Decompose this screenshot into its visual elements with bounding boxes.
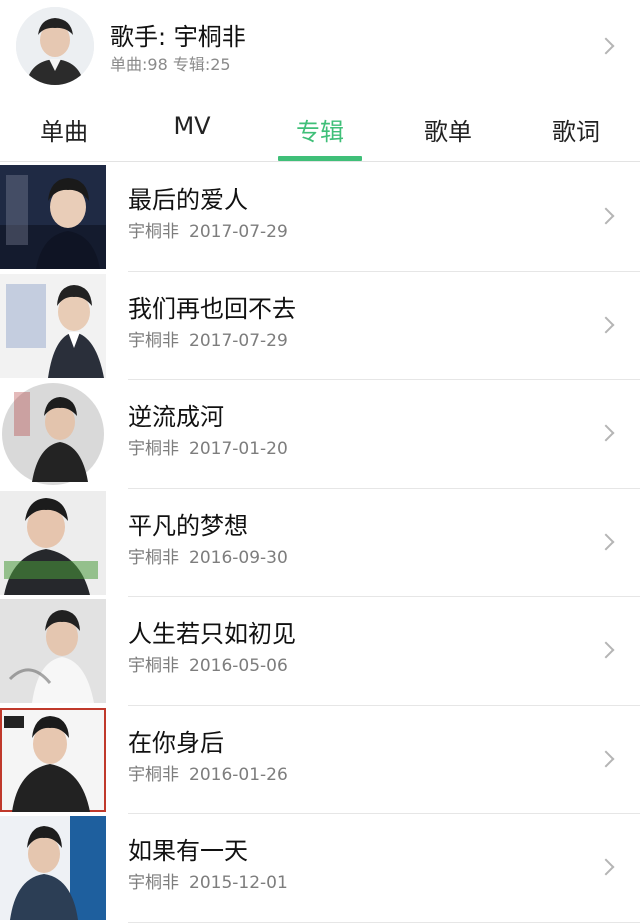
album-row[interactable]: 在你身后 宇桐非 2016-01-26 xyxy=(0,706,640,815)
album-date: 2015-12-01 xyxy=(189,873,288,893)
chevron-right-icon xyxy=(597,37,615,55)
album-artist: 宇桐非 xyxy=(128,222,179,242)
album-list: 最后的爱人 宇桐非 2017-07-29 我们再也回不去 宇桐非 2017-07-2… xyxy=(0,163,640,923)
album-artist: 宇桐非 xyxy=(128,330,179,351)
album-title: 最后的爱人 xyxy=(128,186,248,214)
album-cover xyxy=(0,165,106,269)
album-title: 逆流成河 xyxy=(128,403,224,431)
active-tab-indicator xyxy=(278,156,362,161)
chevron-right-icon xyxy=(597,750,615,767)
album-title: 如果有一天 xyxy=(128,837,248,865)
tab-mv[interactable]: MV xyxy=(128,96,256,162)
album-meta: 宇桐非 2017-07-29 xyxy=(128,221,288,243)
album-date: 2016-05-06 xyxy=(189,656,288,676)
album-meta: 宇桐非 2017-07-29 xyxy=(128,330,288,352)
tab-lyrics[interactable]: 歌词 xyxy=(512,96,640,162)
chevron-right-icon xyxy=(597,207,615,225)
album-meta: 宇桐非 2016-05-06 xyxy=(128,655,288,677)
chevron-right-icon xyxy=(597,858,615,876)
album-date: 2017-01-20 xyxy=(189,439,288,459)
chevron-right-icon xyxy=(597,424,615,442)
album-cover xyxy=(0,273,106,378)
singer-avatar xyxy=(16,7,94,85)
tab-singles[interactable]: 单曲 xyxy=(0,96,128,162)
chevron-right-icon xyxy=(597,316,615,333)
tab-playlists[interactable]: 歌单 xyxy=(384,96,512,162)
album-date: 2016-01-26 xyxy=(189,764,288,785)
album-artist: 宇桐非 xyxy=(128,656,179,676)
album-cover xyxy=(0,707,106,812)
singer-name: 歌手: 宇桐非 xyxy=(110,23,246,51)
album-meta: 宇桐非 2016-09-30 xyxy=(128,547,288,569)
album-cover xyxy=(0,382,106,486)
album-title: 我们再也回不去 xyxy=(128,294,296,323)
category-tabs: 单曲 MV 专辑 歌单 歌词 xyxy=(0,96,640,162)
album-row[interactable]: 我们再也回不去 宇桐非 2017-07-29 xyxy=(0,272,640,381)
album-row[interactable]: 最后的爱人 宇桐非 2017-07-29 xyxy=(0,163,640,272)
album-title: 平凡的梦想 xyxy=(128,511,248,540)
album-cover xyxy=(0,599,106,703)
album-cover xyxy=(0,816,106,920)
album-meta: 宇桐非 2017-01-20 xyxy=(128,438,288,460)
chevron-right-icon xyxy=(597,641,615,659)
album-title: 人生若只如初见 xyxy=(128,620,296,648)
album-artist: 宇桐非 xyxy=(128,547,179,568)
tab-albums[interactable]: 专辑 xyxy=(256,96,384,162)
album-row[interactable]: 人生若只如初见 宇桐非 2016-05-06 xyxy=(0,597,640,706)
album-title: 在你身后 xyxy=(128,728,224,757)
album-row[interactable]: 逆流成河 宇桐非 2017-01-20 xyxy=(0,380,640,489)
chevron-right-icon xyxy=(597,533,615,550)
album-artist: 宇桐非 xyxy=(128,873,179,893)
album-date: 2017-07-29 xyxy=(189,330,288,351)
album-artist: 宇桐非 xyxy=(128,439,179,459)
album-row[interactable]: 平凡的梦想 宇桐非 2016-09-30 xyxy=(0,489,640,598)
singer-header[interactable]: 歌手: 宇桐非 单曲:98 专辑:25 xyxy=(0,0,640,96)
album-date: 2017-07-29 xyxy=(189,222,288,242)
album-meta: 宇桐非 2015-12-01 xyxy=(128,872,288,894)
album-row[interactable]: 如果有一天 宇桐非 2015-12-01 xyxy=(0,814,640,923)
singer-stats: 单曲:98 专辑:25 xyxy=(110,55,231,74)
album-date: 2016-09-30 xyxy=(189,547,288,568)
album-cover xyxy=(0,490,106,595)
album-artist: 宇桐非 xyxy=(128,764,179,785)
album-meta: 宇桐非 2016-01-26 xyxy=(128,764,288,786)
